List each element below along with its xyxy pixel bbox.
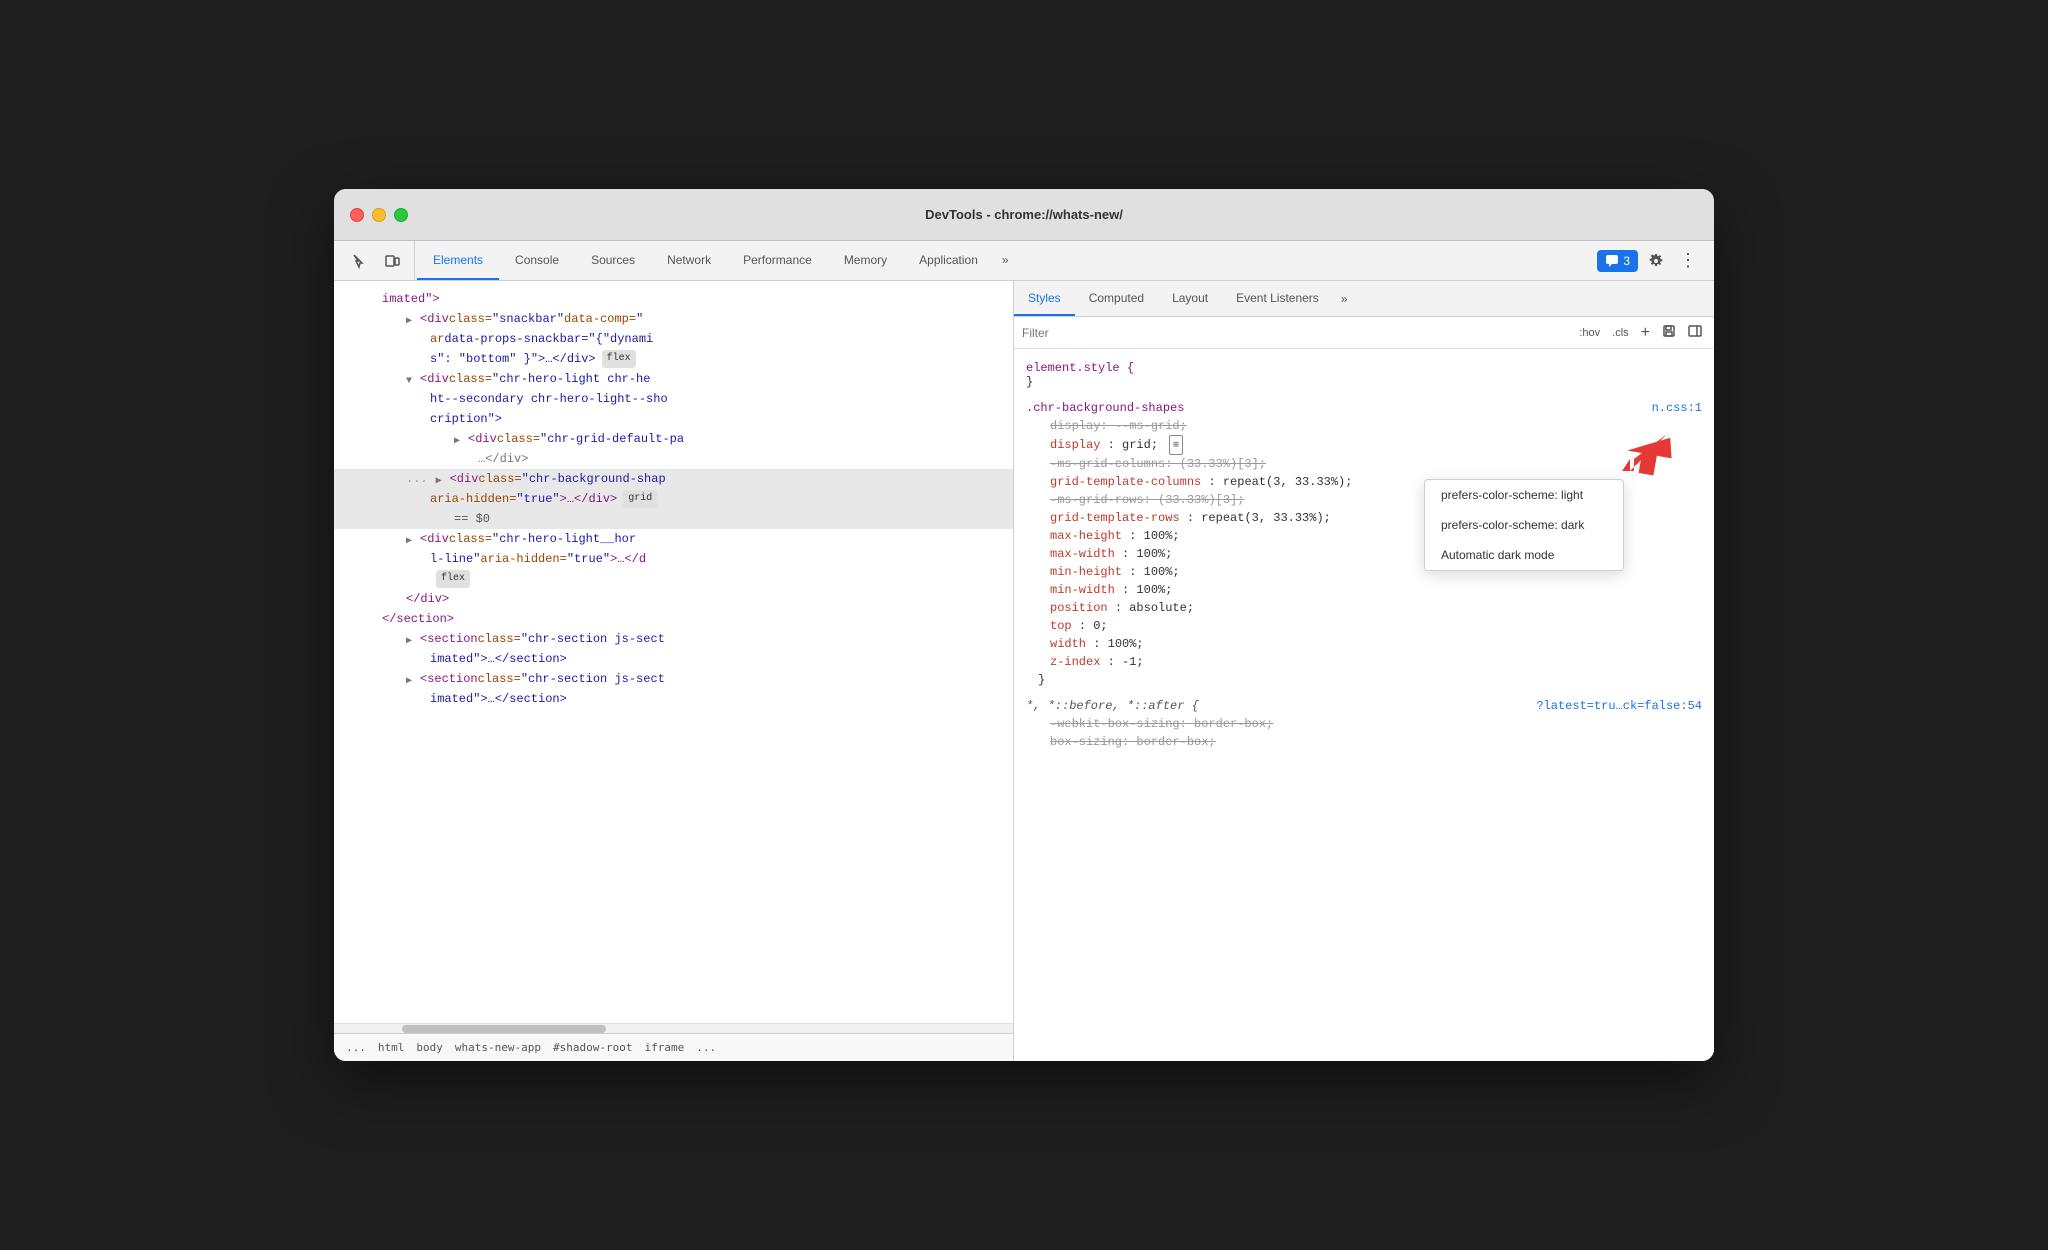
breadcrumb-item[interactable]: ... [342,1039,370,1056]
inspect-element-button[interactable] [346,247,374,275]
cls-button[interactable]: .cls [1608,325,1633,341]
filter-input[interactable] [1022,326,1567,340]
hov-button[interactable]: :hov [1575,325,1604,341]
tab-event-listeners[interactable]: Event Listeners [1222,281,1333,316]
css-rule-universal: *, *::before, *::after { ?latest=tru…ck=… [1014,693,1714,755]
main-content: imated"> ▶ <div class="snackbar" data-co… [334,281,1714,1061]
traffic-lights [350,208,408,222]
chat-badge-button[interactable]: 3 [1597,250,1638,272]
css-rule-header: .chr-background-shapes n.css:1 [1014,399,1714,417]
css-content: element.style { } .chr-background-shapes… [1014,349,1714,1061]
dom-line[interactable]: s": "bottom" }">…</div> flex [334,349,1013,369]
dom-line-dollar: == $0 [334,509,1013,529]
dropdown-item-light[interactable]: prefers-color-scheme: light [1425,480,1623,510]
dom-line[interactable]: imated">…</section> [334,689,1013,709]
close-button[interactable] [350,208,364,222]
css-file-link-2[interactable]: ?latest=tru…ck=false:54 [1536,699,1702,713]
dropdown-item-auto[interactable]: Automatic dark mode [1425,540,1623,570]
tab-layout[interactable]: Layout [1158,281,1222,316]
dom-line[interactable]: cription"> [334,409,1013,429]
minimize-button[interactable] [372,208,386,222]
window-title: DevTools - chrome://whats-new/ [925,207,1123,222]
breadcrumb-item-more[interactable]: ... [692,1039,720,1056]
tab-styles[interactable]: Styles [1014,281,1075,316]
dom-line[interactable]: imated">…</section> [334,649,1013,669]
breadcrumb-item-body[interactable]: body [412,1039,447,1056]
main-toolbar: Elements Console Sources Network Perform… [334,241,1714,281]
dom-line[interactable]: aria-hidden="true" >…</div> grid [334,489,1013,509]
filter-bar: :hov .cls + [1014,317,1714,349]
dom-line[interactable]: </div> [334,589,1013,609]
dom-line[interactable]: ht--secondary chr-hero-light--sho [334,389,1013,409]
tab-elements[interactable]: Elements [417,241,499,280]
dom-line[interactable]: ar data-props-snackbar="{"dynami [334,329,1013,349]
device-toggle-button[interactable] [378,247,406,275]
save-style-button[interactable] [1658,322,1680,343]
tab-overflow[interactable]: » [1333,292,1356,306]
main-tabs: Elements Console Sources Network Perform… [417,241,1587,280]
tab-console[interactable]: Console [499,241,575,280]
red-arrow-indicator [1622,429,1672,479]
css-rule-header-2: *, *::before, *::after { ?latest=tru…ck=… [1014,697,1714,715]
styles-panel: Styles Computed Layout Event Listeners »… [1014,281,1714,1061]
dom-line-selected[interactable]: ... ▶ <div class="chr-background-shap [334,469,1013,489]
tab-computed[interactable]: Computed [1075,281,1158,316]
dom-line[interactable]: ▶ <div class="snackbar" data-comp=" [334,309,1013,329]
breadcrumb-item-iframe[interactable]: iframe [640,1039,688,1056]
breadcrumb-item-html[interactable]: html [374,1039,409,1056]
fullscreen-button[interactable] [394,208,408,222]
css-file-link[interactable]: n.css:1 [1652,401,1702,415]
tab-application[interactable]: Application [903,241,994,280]
titlebar: DevTools - chrome://whats-new/ [334,189,1714,241]
settings-button[interactable] [1642,247,1670,275]
color-scheme-dropdown: prefers-color-scheme: light prefers-colo… [1424,479,1624,571]
scrollbar-thumb [402,1025,606,1033]
dom-line[interactable]: ▶ <div class="chr-hero-light__hor [334,529,1013,549]
breadcrumb-bar: ... html body whats-new-app #shadow-root… [334,1033,1013,1061]
dom-panel: imated"> ▶ <div class="snackbar" data-co… [334,281,1014,1061]
dom-line[interactable]: ▶ <section class="chr-section js-sect [334,629,1013,649]
breadcrumb-item-shadow[interactable]: #shadow-root [549,1039,636,1056]
add-style-button[interactable]: + [1637,322,1654,344]
tab-sources[interactable]: Sources [575,241,651,280]
toolbar-icons [338,241,415,280]
more-options-button[interactable]: ⋮ [1674,247,1702,275]
tab-memory[interactable]: Memory [828,241,903,280]
dom-line[interactable]: l-line" aria-hidden="true" >…</d [334,549,1013,569]
dom-line[interactable]: imated"> [334,289,1013,309]
dom-line[interactable]: ▶ <section class="chr-section js-sect [334,669,1013,689]
dom-tree: imated"> ▶ <div class="snackbar" data-co… [334,281,1013,1023]
devtools-container: Elements Console Sources Network Perform… [334,241,1714,1061]
styles-tabs: Styles Computed Layout Event Listeners » [1014,281,1714,317]
dropdown-item-dark[interactable]: prefers-color-scheme: dark [1425,510,1623,540]
dom-line[interactable]: ▶ <div class="chr-grid-default-pa [334,429,1013,449]
dom-line[interactable]: </section> [334,609,1013,629]
dom-line[interactable]: ▼ <div class="chr-hero-light chr-he [334,369,1013,389]
css-rule-body-2: -webkit-box-sizing: border-box; box-sizi… [1014,715,1714,751]
sidebar-toggle-button[interactable] [1684,322,1706,343]
tab-network[interactable]: Network [651,241,727,280]
toolbar-right: 3 ⋮ [1589,247,1710,275]
css-rule-element-style: element.style { } [1014,355,1714,395]
tab-performance[interactable]: Performance [727,241,828,280]
tab-overflow[interactable]: » [994,241,1017,280]
dom-line[interactable]: …</div> [334,449,1013,469]
dom-horizontal-scrollbar[interactable] [334,1023,1013,1033]
filter-buttons: :hov .cls + [1575,322,1706,344]
devtools-window: DevTools - chrome://whats-new/ [334,189,1714,1061]
breadcrumb-item-app[interactable]: whats-new-app [451,1039,545,1056]
dom-line[interactable]: flex [334,569,1013,589]
